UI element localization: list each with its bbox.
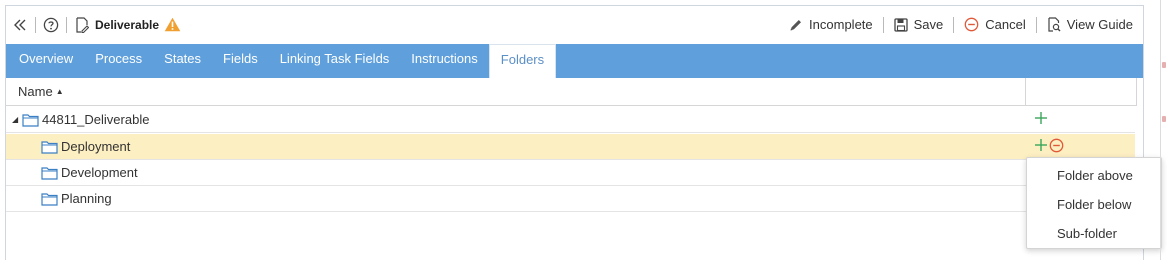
tree-row[interactable]: ◢ 44811_Deliverable [6,107,1135,133]
row-actions [1034,111,1048,128]
toolbar-divider [66,16,67,33]
warning-triangle-icon [164,17,181,32]
grid-header: Name ▲ [6,78,1137,106]
view-guide-button[interactable]: View Guide [1047,17,1133,32]
save-label: Save [913,17,944,32]
incomplete-label: Incomplete [809,17,873,32]
name-column-label: Name [18,84,53,99]
cancel-label: Cancel [985,17,1026,32]
folder-icon [41,166,58,180]
tab-linking-task-fields[interactable]: Linking Task Fields [269,44,401,74]
deliverable-panel: Deliverable Incomplete Save Cancel View … [5,5,1144,260]
tab-overview[interactable]: Overview [8,44,84,74]
folder-name: Development [61,165,138,180]
tree-row[interactable]: Planning [6,186,1135,212]
add-folder-icon[interactable] [1034,138,1048,155]
edge-marker [1162,116,1166,122]
minus-circle-icon [964,17,979,32]
toolbar-divider [1035,16,1037,33]
folder-name: 44811_Deliverable [42,112,150,127]
tab-fields[interactable]: Fields [212,44,269,74]
folder-name: Planning [61,191,112,206]
tab-states[interactable]: States [153,44,212,74]
tab-process[interactable]: Process [84,44,153,74]
name-column-header[interactable]: Name ▲ [6,78,1026,105]
remove-folder-icon[interactable] [1049,138,1064,156]
tree-row[interactable]: Development [6,160,1135,186]
floppy-disk-icon [893,17,908,32]
tree-row[interactable]: Deployment [6,134,1135,160]
toolbar-divider [953,16,955,33]
incomplete-button[interactable]: Incomplete [789,17,873,32]
folder-icon [41,192,58,206]
guide-search-icon [1048,17,1061,32]
folder-name: Deployment [61,139,131,154]
document-edit-icon [73,16,91,34]
add-folder-menu: Folder above Folder below Sub-folder [1026,157,1162,249]
add-folder-icon[interactable] [1034,111,1048,128]
folder-icon [22,113,39,127]
toolbar-divider [882,16,884,33]
menu-item-sub-folder[interactable]: Sub-folder [1027,219,1161,248]
question-circle-icon[interactable] [42,16,60,34]
tab-folders[interactable]: Folders [488,44,557,78]
double-chevron-left-icon[interactable] [11,16,29,34]
folder-icon [41,140,58,154]
actions-column-header [1026,78,1136,105]
tab-bar: Overview Process States Fields Linking T… [6,44,1143,78]
menu-item-folder-above[interactable]: Folder above [1027,161,1161,190]
expand-triangle-icon[interactable]: ◢ [12,115,22,124]
row-actions [1034,138,1064,156]
window-edge [1160,0,1161,260]
cancel-button[interactable]: Cancel [964,17,1026,32]
save-button[interactable]: Save [893,17,944,32]
view-guide-label: View Guide [1066,17,1133,32]
sort-ascending-icon: ▲ [55,87,64,96]
toolbar: Deliverable Incomplete Save Cancel View … [6,6,1143,43]
edge-marker [1162,62,1166,68]
menu-item-folder-below[interactable]: Folder below [1027,190,1161,219]
page-title: Deliverable [95,17,160,32]
pencil-icon [790,19,802,30]
tab-instructions[interactable]: Instructions [400,44,488,74]
toolbar-divider [35,16,36,33]
